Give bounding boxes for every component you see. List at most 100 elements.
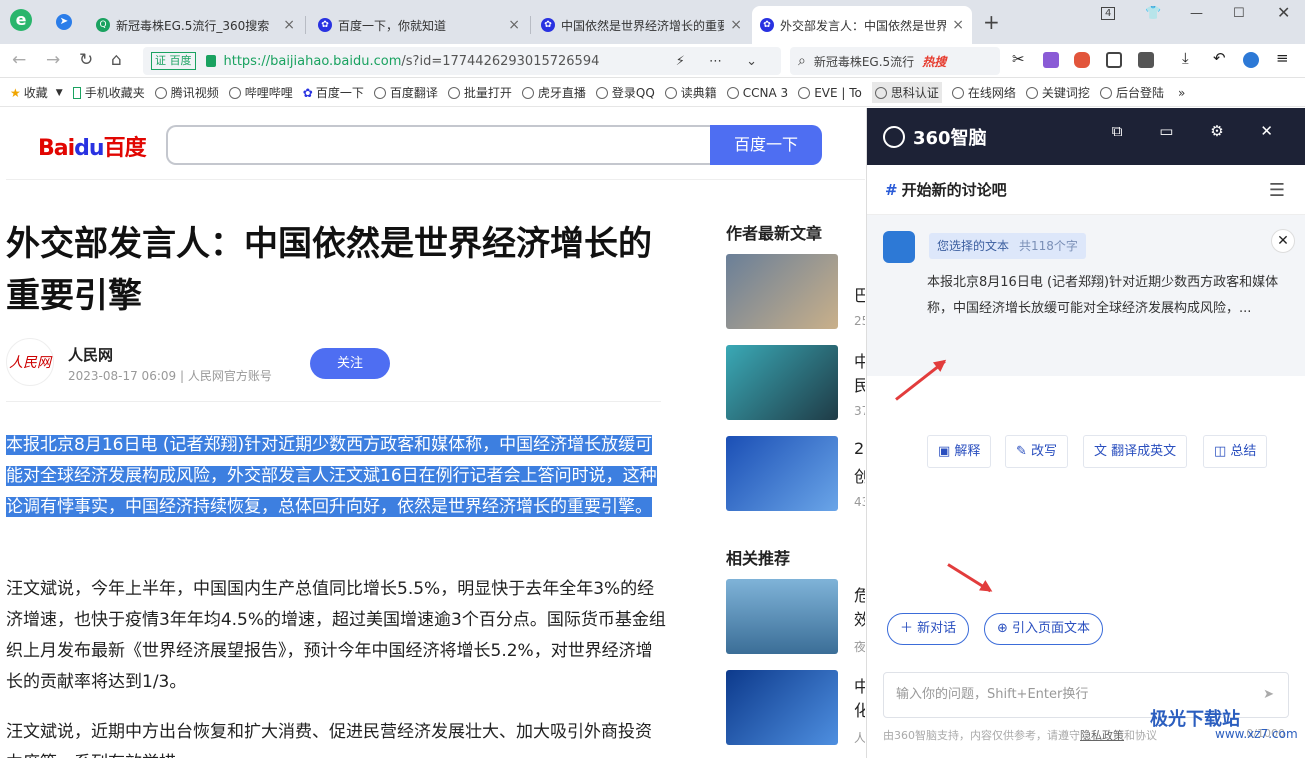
- author-avatar[interactable]: 人民网: [6, 338, 54, 386]
- back-icon[interactable]: ←: [12, 50, 26, 70]
- side-article-title[interactable]: 中: [854, 673, 865, 697]
- author-name[interactable]: 人民网: [68, 344, 113, 365]
- close-window-icon[interactable]: ✕: [1277, 3, 1290, 22]
- minimize-icon[interactable]: —: [1190, 6, 1203, 21]
- bookmark-item[interactable]: EVE | To: [798, 86, 862, 100]
- import-page-text-button[interactable]: ⊕ 引入页面文本: [984, 613, 1104, 645]
- send-arrow-icon[interactable]: ➤: [56, 14, 72, 30]
- bookmark-item[interactable]: ✿ 百度一下: [303, 84, 364, 101]
- summarize-button[interactable]: ◫ 总结: [1203, 435, 1268, 468]
- article-thumbnail[interactable]: [726, 579, 838, 654]
- close-tab-icon[interactable]: ×: [952, 17, 964, 33]
- maximize-icon[interactable]: ☐: [1233, 6, 1245, 21]
- author-account: 人民网官方账号: [187, 369, 272, 383]
- cert-badge[interactable]: 证 百度: [151, 52, 196, 70]
- scissors-icon[interactable]: ✂: [1012, 50, 1028, 68]
- send-icon[interactable]: ➤: [1263, 673, 1274, 717]
- tab-article-active[interactable]: ✿ 外交部发言人：中国依然是世界 ×: [752, 6, 972, 44]
- article-thumbnail[interactable]: [726, 670, 838, 745]
- bookmark-item[interactable]: 后台登陆: [1099, 84, 1164, 101]
- baidu-paw-icon: ✿: [302, 85, 313, 100]
- privacy-link[interactable]: 隐私政策: [1080, 729, 1124, 742]
- bookmark-item[interactable]: 哔哩哔哩: [228, 84, 293, 101]
- bookmark-item[interactable]: 腾讯视频: [154, 84, 219, 101]
- close-tab-icon[interactable]: ×: [508, 17, 520, 33]
- side-article-meta: 43: [854, 495, 865, 509]
- tab-separator: [305, 16, 306, 34]
- explain-button[interactable]: ▣ 解释: [927, 435, 992, 468]
- side-article-title[interactable]: 化: [854, 697, 865, 721]
- bookmark-item[interactable]: 读典籍: [664, 84, 717, 101]
- bookmark-item[interactable]: 批量打开: [447, 84, 512, 101]
- bookmark-item[interactable]: 虎牙直播: [521, 84, 586, 101]
- globe-icon: [228, 86, 241, 99]
- more-bookmarks-button[interactable]: »: [1178, 86, 1185, 100]
- article-thumbnail[interactable]: [726, 254, 838, 329]
- lock-icon: [205, 55, 216, 67]
- side-article-title[interactable]: 效: [854, 606, 865, 630]
- side-article-title[interactable]: 巴: [854, 282, 865, 306]
- undo-icon[interactable]: ↶: [1213, 49, 1229, 67]
- translate-icon[interactable]: [1043, 52, 1059, 68]
- search-box[interactable]: ⌕ 新冠毒株EG.5流行 热搜: [790, 47, 1000, 75]
- baidu-logo[interactable]: Baidu百度: [38, 130, 147, 162]
- close-tab-icon[interactable]: ×: [283, 17, 295, 33]
- side-article-title[interactable]: 20: [854, 439, 865, 458]
- panel-header-actions[interactable]: ⧉ ▭ ⚙ ✕: [1112, 122, 1289, 140]
- bookmark-favorites[interactable]: ★ 收藏 ▼: [10, 84, 63, 101]
- new-tab-button[interactable]: +: [983, 10, 1000, 34]
- url-actions[interactable]: ⚡ ⋯ ⌄: [676, 54, 767, 69]
- tab-360-search[interactable]: Q 新冠毒株EG.5流行_360搜索 ×: [88, 6, 303, 44]
- bookmark-item[interactable]: 百度翻译: [373, 84, 438, 101]
- side-article-title[interactable]: 中: [854, 348, 865, 372]
- article-paragraph-selected[interactable]: 本报北京8月16日电 (记者郑翔)针对近期少数西方政客和媒体称，中国经济增长放缓…: [6, 430, 666, 523]
- download-icon[interactable]: ⤓: [1182, 49, 1198, 67]
- side-article-title[interactable]: 危: [854, 582, 865, 606]
- translate-button[interactable]: 文 翻译成英文: [1083, 435, 1188, 468]
- bookmark-item[interactable]: 关键词挖: [1025, 84, 1090, 101]
- bookmark-item[interactable]: 登录QQ: [595, 84, 655, 101]
- globe-icon: [726, 86, 739, 99]
- url-path: /s?id=1774426293015726594: [401, 53, 600, 69]
- hot-search-badge[interactable]: 热搜: [922, 53, 946, 70]
- baidu-search-input[interactable]: [166, 125, 711, 165]
- side-article-title[interactable]: 创: [854, 463, 865, 487]
- apps-icon[interactable]: [1138, 52, 1154, 68]
- browser-logo-icon[interactable]: e: [10, 9, 32, 31]
- rewrite-button[interactable]: ✎ 改写: [1005, 435, 1069, 468]
- baidu-search-button[interactable]: 百度一下: [710, 125, 822, 165]
- search-text: 新冠毒株EG.5流行: [813, 54, 915, 69]
- forward-icon[interactable]: →: [46, 50, 60, 70]
- article-date: 2023-08-17 06:09: [68, 369, 177, 383]
- bookmark-item[interactable]: 手机收藏夹: [72, 84, 145, 101]
- bookmark-item[interactable]: 在线网络: [951, 84, 1016, 101]
- discussion-title: # 开始新的讨论吧: [867, 165, 1305, 215]
- ai-avatar-icon: [883, 231, 915, 263]
- reload-icon[interactable]: ↻: [79, 50, 93, 70]
- hamburger-menu-icon[interactable]: ☰: [1269, 180, 1285, 201]
- brand-name: 360智脑: [913, 127, 987, 149]
- side-article-title[interactable]: 民: [854, 372, 865, 396]
- reader-icon[interactable]: [1106, 52, 1122, 68]
- baidu-paw-icon: ✿: [760, 18, 774, 32]
- globe-icon: [1025, 86, 1038, 99]
- tab-count-badge[interactable]: 4: [1101, 7, 1116, 20]
- tab-article-1[interactable]: ✿ 中国依然是世界经济增长的重要 ×: [533, 6, 750, 44]
- bookmark-item[interactable]: CCNA 3: [726, 86, 788, 100]
- article-thumbnail[interactable]: [726, 436, 838, 511]
- close-tab-icon[interactable]: ×: [730, 17, 742, 33]
- home-icon[interactable]: ⌂: [111, 50, 122, 70]
- bookmark-item[interactable]: 思科认证: [871, 82, 942, 103]
- ai-brain-icon[interactable]: [1243, 52, 1259, 68]
- url-text[interactable]: https://baijiahao.baidu.com/s?id=1774426…: [224, 54, 600, 69]
- tab-baidu[interactable]: ✿ 百度一下，你就知道 ×: [310, 6, 528, 44]
- close-selection-icon[interactable]: ✕: [1271, 229, 1295, 253]
- new-chat-button[interactable]: ＋ 新对话: [887, 613, 970, 645]
- menu-icon[interactable]: ≡: [1276, 49, 1292, 67]
- game-icon[interactable]: [1074, 52, 1090, 68]
- follow-button[interactable]: 关注: [310, 348, 390, 379]
- dropdown-icon: ▼: [55, 87, 63, 98]
- url-bar[interactable]: 证 百度 https://baijiahao.baidu.com/s?id=17…: [143, 47, 781, 75]
- shirt-skin-icon[interactable]: 👕: [1145, 6, 1161, 21]
- article-thumbnail[interactable]: [726, 345, 838, 420]
